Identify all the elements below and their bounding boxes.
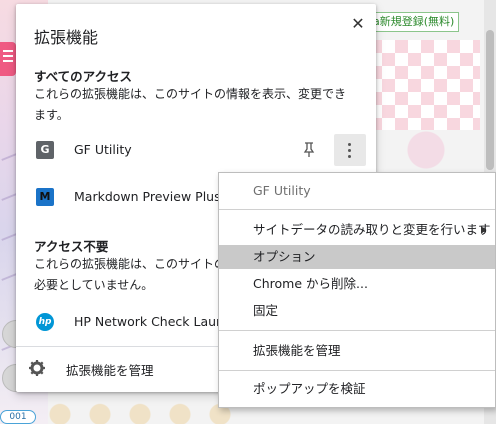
menu-item-inspect-popup[interactable]: ポップアップを検証 <box>219 377 495 401</box>
more-options-icon[interactable] <box>334 134 366 166</box>
popup-title: 拡張機能 <box>34 28 99 47</box>
menu-item-manage-extensions[interactable]: 拡張機能を管理 <box>219 339 495 363</box>
menu-separator <box>219 370 495 371</box>
section-description-full-access: これらの拡張機能は、このサイトの情報を表示、変更できます。 <box>34 87 347 122</box>
page-badge: 001 <box>0 410 36 424</box>
submenu-arrow-icon <box>481 226 486 234</box>
pin-icon[interactable] <box>302 142 316 158</box>
close-icon[interactable]: ✕ <box>348 14 368 34</box>
menu-item-site-access[interactable]: サイトデータの読み取りと変更を行います <box>219 218 495 242</box>
page-menu-tab[interactable] <box>0 42 16 76</box>
menu-item-options[interactable]: オプション <box>219 245 495 269</box>
manage-extensions-label: 拡張機能を管理 <box>66 363 154 378</box>
gear-icon <box>29 360 45 376</box>
menu-item-label: サイトデータの読み取りと変更を行います <box>253 222 491 237</box>
page-dots-pattern <box>40 400 240 424</box>
section-heading-no-access: アクセス不要 <box>34 239 109 254</box>
extension-name: GF Utility <box>74 142 132 157</box>
menu-item-remove-from-chrome[interactable]: Chrome から削除... <box>219 272 495 296</box>
register-button[interactable]: a新規登録(無料) <box>368 12 460 32</box>
markdown-preview-icon: M <box>36 188 54 206</box>
menu-separator <box>219 209 495 210</box>
menu-item-pin[interactable]: 固定 <box>219 299 495 323</box>
extension-name: Markdown Preview Plus <box>74 189 221 204</box>
gf-utility-icon: G <box>36 141 54 159</box>
hp-logo-icon: hp <box>36 313 54 331</box>
context-menu-header: GF Utility <box>253 183 311 198</box>
extension-context-menu: GF Utility サイトデータの読み取りと変更を行います オプション Chr… <box>218 172 496 408</box>
menu-separator <box>219 330 495 331</box>
extension-row-gf-utility[interactable]: G GF Utility <box>16 132 376 168</box>
scrollbar-thumb[interactable] <box>486 30 494 170</box>
section-heading-full-access: すべてのアクセス <box>34 69 133 84</box>
